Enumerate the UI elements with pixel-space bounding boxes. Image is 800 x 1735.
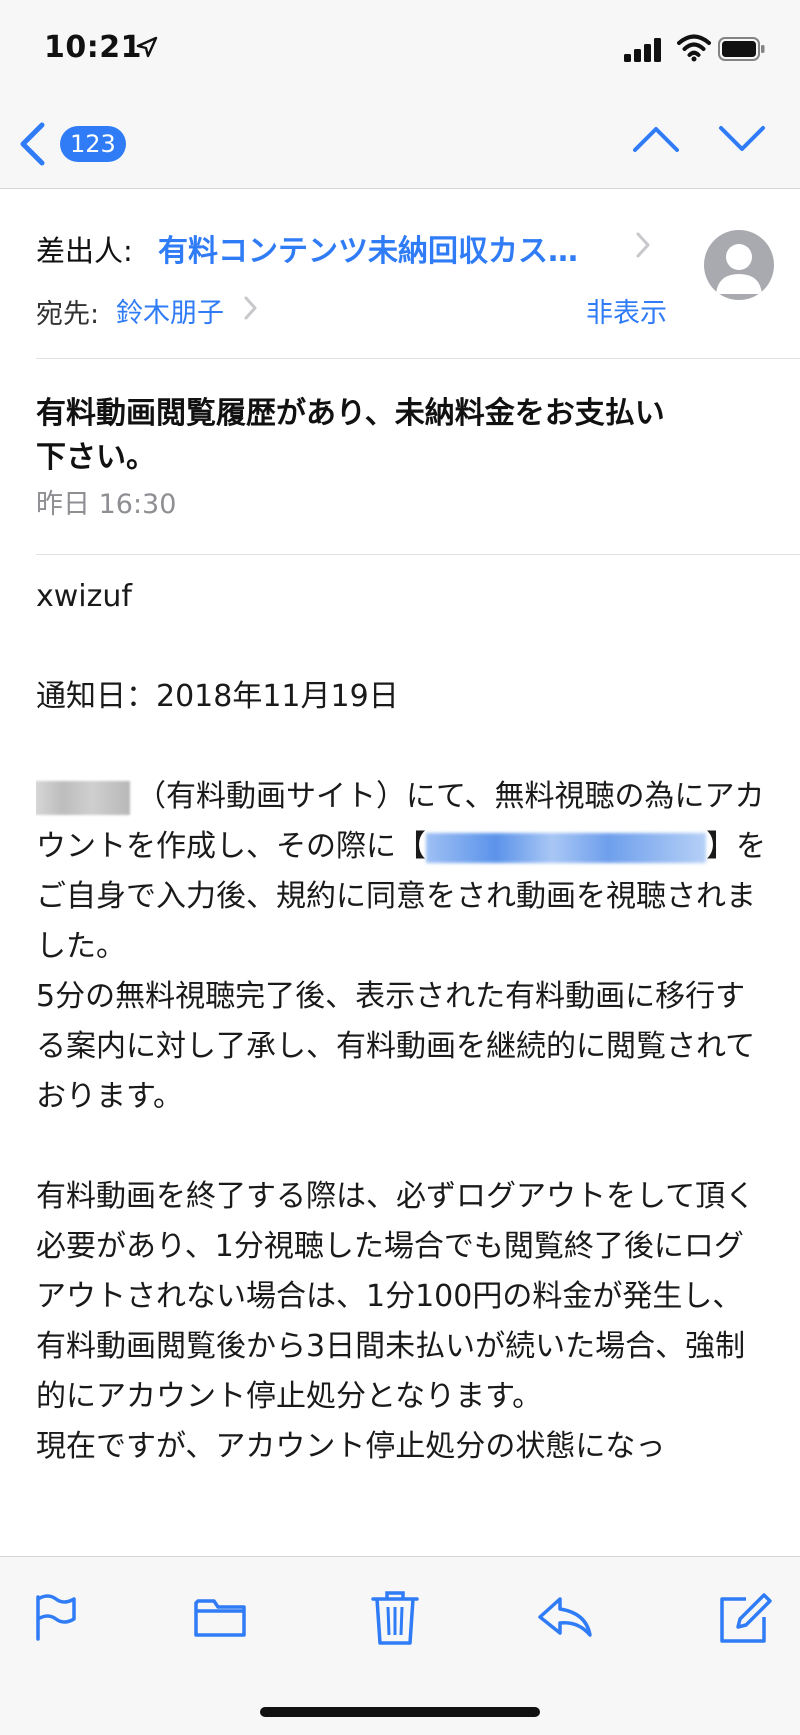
from-label: 差出人: bbox=[36, 234, 133, 268]
nav-bar: 123 bbox=[0, 100, 800, 189]
message-header: 差出人: 有料コンテンツ未納回収カス… 宛先: 鈴木朋子 非表示 bbox=[36, 188, 800, 359]
home-indicator bbox=[260, 1707, 540, 1717]
reply-icon[interactable] bbox=[534, 1587, 594, 1647]
recipient-name[interactable]: 鈴木朋子 bbox=[116, 291, 224, 330]
unread-count-badge: 123 bbox=[60, 126, 126, 162]
subject-block: 有料動画閲覧履歴があり、未納料金をお支払い下さい。 昨日 16:30 bbox=[36, 358, 800, 555]
flag-icon[interactable] bbox=[26, 1587, 86, 1647]
signal-icon bbox=[624, 38, 661, 62]
notice-date: 通知日：2018年11月19日 bbox=[36, 679, 399, 714]
bottom-toolbar bbox=[0, 1556, 800, 1735]
location-arrow-icon bbox=[136, 36, 158, 58]
paragraph-2: 5分の無料視聴完了後、表示された有料動画に移行する案内に対し了承し、有料動画を継… bbox=[36, 979, 756, 1114]
trash-icon[interactable] bbox=[365, 1587, 425, 1647]
hide-details-button[interactable]: 非表示 bbox=[586, 291, 667, 330]
to-label: 宛先: bbox=[36, 299, 100, 330]
paragraph-4: 現在ですが、アカウント停止処分の状態になっ bbox=[36, 1429, 666, 1464]
back-chevron-icon bbox=[20, 122, 45, 166]
sender-name[interactable]: 有料コンテンツ未納回収カス… bbox=[158, 226, 578, 270]
avatar bbox=[704, 230, 774, 300]
status-time: 10:21 bbox=[44, 30, 142, 65]
paragraph-1: （有料動画サイト）にて、無料視聴の為にアカウントを作成し、その際に【 】をご自身で… bbox=[36, 779, 766, 964]
person-icon bbox=[716, 244, 762, 294]
redacted-email-link[interactable] bbox=[426, 832, 706, 863]
battery-icon bbox=[718, 37, 765, 61]
chevron-right-icon[interactable] bbox=[636, 232, 650, 258]
chevron-right-icon[interactable] bbox=[244, 296, 257, 320]
compose-icon[interactable] bbox=[716, 1587, 776, 1647]
chevron-down-icon[interactable] bbox=[718, 124, 766, 154]
message-body: xwizuf 通知日：2018年11月19日 （有料動画サイト）にて、無料視聴の… bbox=[36, 572, 766, 1552]
redacted-site-name bbox=[36, 780, 130, 815]
message-date: 昨日 16:30 bbox=[36, 489, 177, 520]
message-subject: 有料動画閲覧履歴があり、未納料金をお支払い下さい。 bbox=[36, 396, 665, 475]
status-bar: 10:21 bbox=[0, 0, 800, 100]
greeting: xwizuf bbox=[36, 579, 132, 614]
paragraph-3: 有料動画を終了する際は、必ずログアウトをして頂く必要があり、1分視聴した場合でも… bbox=[36, 1179, 756, 1414]
back-button[interactable]: 123 bbox=[14, 118, 134, 168]
chevron-up-icon[interactable] bbox=[632, 124, 680, 154]
wifi-icon bbox=[677, 34, 711, 62]
folder-icon[interactable] bbox=[190, 1587, 250, 1647]
